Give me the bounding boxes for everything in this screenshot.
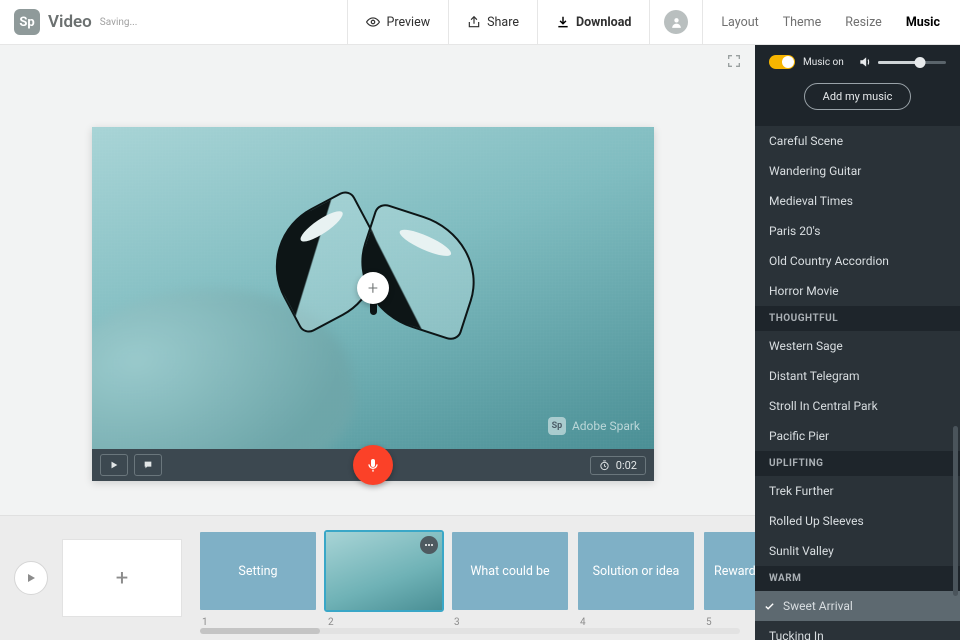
tab-layout[interactable]: Layout <box>721 15 758 30</box>
music-track-list: Careful Scene Wandering Guitar Medieval … <box>755 126 960 640</box>
music-scrollbar[interactable] <box>953 426 958 596</box>
preview-label: Preview <box>386 15 430 30</box>
slide-1[interactable]: Setting 1 <box>200 532 316 610</box>
slide-number: 4 <box>580 617 586 628</box>
slide-4[interactable]: Solution or idea 4 <box>578 532 694 610</box>
header-bar: Sp Video Saving... Preview Share <box>0 0 960 45</box>
expand-icon[interactable] <box>726 53 742 69</box>
track-item[interactable]: Stroll In Central Park <box>755 391 960 421</box>
record-mic-button[interactable] <box>353 445 393 485</box>
download-label: Download <box>576 15 631 30</box>
track-item[interactable]: Rolled Up Sleeves <box>755 506 960 536</box>
tab-music[interactable]: Music <box>906 15 940 30</box>
preview-button[interactable]: Preview <box>347 0 448 44</box>
track-item[interactable]: Wandering Guitar <box>755 156 960 186</box>
track-item[interactable]: Trek Further <box>755 476 960 506</box>
header-tabs: Layout Theme Resize Music <box>721 15 960 30</box>
app-title: Video <box>48 12 92 32</box>
watermark: Sp Adobe Spark <box>548 417 640 435</box>
slide-number: 3 <box>454 617 460 628</box>
duration-value: 0:02 <box>616 459 637 472</box>
slide-more-icon[interactable] <box>420 536 438 554</box>
avatar-icon <box>664 10 688 34</box>
volume-control <box>858 55 946 69</box>
app-root: Sp Video Saving... Preview Share <box>0 0 960 640</box>
tab-resize[interactable]: Resize <box>845 15 882 30</box>
track-item[interactable]: Medieval Times <box>755 186 960 216</box>
volume-icon <box>858 55 872 69</box>
slide-label: Solution or idea <box>593 564 680 579</box>
eye-icon <box>366 15 380 29</box>
music-toggle[interactable] <box>769 55 795 69</box>
slide-3[interactable]: What could be 3 <box>452 532 568 610</box>
slide-label: Reward <box>714 564 756 579</box>
track-item[interactable]: Horror Movie <box>755 276 960 306</box>
track-item[interactable]: Western Sage <box>755 331 960 361</box>
download-icon <box>556 15 570 29</box>
slide-number: 5 <box>706 617 712 628</box>
track-item[interactable]: Old Country Accordion <box>755 246 960 276</box>
track-label: Sweet Arrival <box>783 599 853 613</box>
tab-theme[interactable]: Theme <box>783 15 822 30</box>
add-content-button[interactable]: + <box>357 272 389 304</box>
logo-block: Sp Video Saving... <box>0 9 147 35</box>
timeline-scroll-thumb[interactable] <box>200 628 320 634</box>
header-actions: Preview Share Download <box>347 0 703 44</box>
music-panel: Music on Add my music Careful Scene Wand… <box>755 45 960 640</box>
music-panel-header: Music on Add my music <box>755 45 960 126</box>
video-stage: + Sp Adobe Spark 0:02 <box>92 127 654 481</box>
video-controls: 0:02 <box>92 449 654 481</box>
track-item-selected[interactable]: Sweet Arrival <box>755 591 960 621</box>
slide-2[interactable]: 2 <box>326 532 442 610</box>
add-my-music-button[interactable]: Add my music <box>804 83 912 110</box>
add-slide-button[interactable]: + <box>62 539 182 617</box>
timeline-play-button[interactable] <box>14 561 48 595</box>
track-item[interactable]: Distant Telegram <box>755 361 960 391</box>
slide-label: What could be <box>470 564 549 579</box>
track-item[interactable]: Tucking In <box>755 621 960 640</box>
caption-button[interactable] <box>134 454 162 476</box>
slide-number: 1 <box>202 617 208 628</box>
play-button[interactable] <box>100 454 128 476</box>
share-button[interactable]: Share <box>448 0 537 44</box>
butterfly-illustration <box>272 197 492 347</box>
track-item[interactable]: Pacific Pier <box>755 421 960 451</box>
share-icon <box>467 15 481 29</box>
duration-button[interactable]: 0:02 <box>590 456 646 475</box>
timeline-scrollbar[interactable] <box>200 628 740 634</box>
track-category-thoughtful: THOUGHTFUL <box>755 306 960 331</box>
track-category-uplifting: UPLIFTING <box>755 451 960 476</box>
track-item[interactable]: Careful Scene <box>755 126 960 156</box>
check-icon <box>763 600 775 612</box>
track-item[interactable]: Paris 20's <box>755 216 960 246</box>
slide-number: 2 <box>328 617 334 628</box>
slides-strip: Setting 1 2 What could be 3 Solution or … <box>200 528 764 628</box>
watermark-text: Adobe Spark <box>572 419 640 433</box>
download-button[interactable]: Download <box>537 0 649 44</box>
track-item[interactable]: Sunlit Valley <box>755 536 960 566</box>
music-toggle-label: Music on <box>803 57 844 68</box>
music-toggle-row: Music on <box>769 55 946 69</box>
user-menu-button[interactable] <box>649 0 703 44</box>
watermark-logo: Sp <box>548 417 566 435</box>
volume-slider[interactable] <box>878 61 946 64</box>
track-category-warm: WARM <box>755 566 960 591</box>
slide-label: Setting <box>238 564 277 579</box>
video-canvas[interactable]: + Sp Adobe Spark <box>92 127 654 449</box>
app-logo: Sp <box>14 9 40 35</box>
saving-status: Saving... <box>100 17 138 28</box>
share-label: Share <box>487 15 519 30</box>
